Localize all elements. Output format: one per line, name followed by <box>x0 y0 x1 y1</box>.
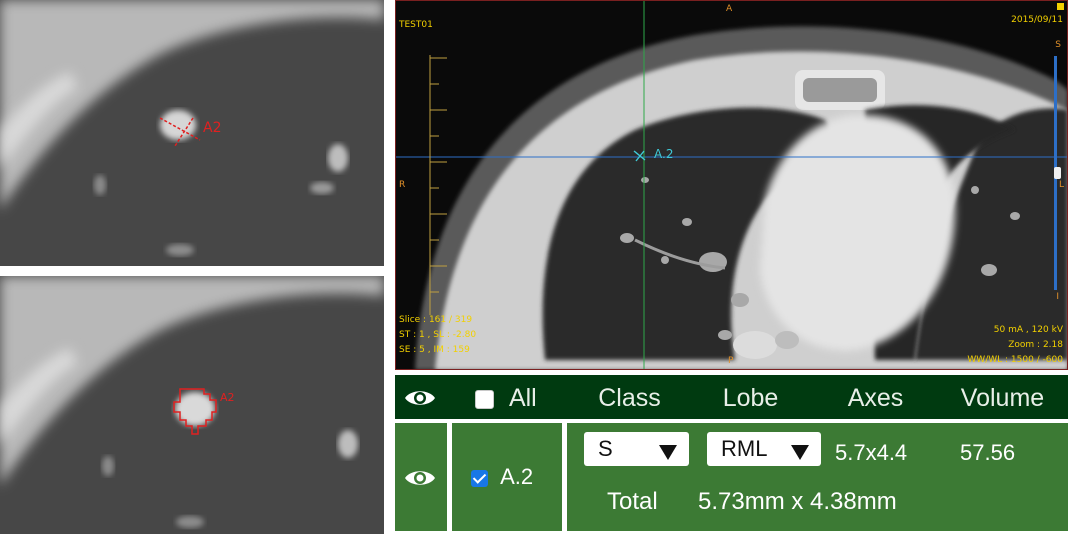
study-date: 2015/09/11 <box>1011 15 1063 25</box>
ct-slice-image <box>395 0 1068 370</box>
select-all-label: All <box>508 384 537 412</box>
axes-value: 5.7x4.4 <box>835 440 908 465</box>
column-axes[interactable]: Axes <box>828 375 923 419</box>
series-image-number: SE : 5 , IM : 159 <box>399 345 470 355</box>
zoom-level: Zoom : 2.18 <box>1008 340 1063 350</box>
slice-info: Slice : 161 / 319 <box>399 315 473 325</box>
class-dropdown-value: S <box>598 436 613 461</box>
dropdown-arrow-icon <box>659 445 677 460</box>
row-select[interactable]: A.2 <box>452 423 562 531</box>
nodule-thumbnail-cross[interactable]: A2 <box>0 0 384 266</box>
orientation-left: R <box>399 180 406 190</box>
ct-viewer[interactable]: A.2 TEST01 2015/09/11 A P R L S I Slice … <box>395 0 1068 370</box>
class-dropdown[interactable]: S <box>584 432 689 466</box>
thumbnail-image: A2 <box>0 276 384 534</box>
orientation-bottom: P <box>728 356 734 366</box>
checkbox-icon[interactable] <box>471 469 488 487</box>
thumbnail-nodule-label: A2 <box>203 120 221 136</box>
table-row[interactable]: A.2 S RML 5.7x4.4 57.56 Total 5.73mm x 4… <box>395 423 1068 534</box>
nodule-marker-icon[interactable] <box>631 148 651 164</box>
column-lobe[interactable]: Lobe <box>703 375 798 419</box>
layout-square-icon[interactable] <box>1057 3 1064 10</box>
lobe-dropdown-value: RML <box>721 436 768 461</box>
orientation-top: A <box>726 4 733 14</box>
nodule-table: All Class Lobe Axes Volume A.2 S RML 5.7… <box>395 375 1068 534</box>
window-level: WW/WL : 1500 / -600 <box>967 355 1063 365</box>
scroll-bottom-label: I <box>1056 292 1059 302</box>
lobe-dropdown[interactable]: RML <box>707 432 821 466</box>
column-class[interactable]: Class <box>582 375 677 419</box>
slice-thickness-location: ST : 1 , SL : -2.80 <box>399 330 477 340</box>
select-all[interactable]: All <box>475 375 545 419</box>
thumbnail-nodule-label: A2 <box>220 391 235 404</box>
scroll-top-label: S <box>1055 40 1061 50</box>
checkbox-icon[interactable] <box>475 389 494 409</box>
nodule-name: A.2 <box>500 464 534 489</box>
viewer-nodule-label: A.2 <box>654 147 674 161</box>
eye-icon <box>405 391 435 405</box>
dropdown-arrow-icon <box>791 445 809 460</box>
eye-icon <box>405 471 435 485</box>
total-dimensions: 5.73mm x 4.38mm <box>698 488 897 515</box>
total-label: Total <box>607 488 658 515</box>
thumbnail-image: A2 <box>0 0 384 266</box>
column-volume[interactable]: Volume <box>950 375 1055 419</box>
volume-value: 57.56 <box>960 440 1016 465</box>
patient-id: TEST01 <box>399 20 433 30</box>
orientation-right: L <box>1058 180 1064 190</box>
slice-scrollbar-thumb[interactable] <box>1054 167 1061 179</box>
row-visibility-toggle[interactable] <box>395 423 447 531</box>
nodule-thumbnail-segmentation[interactable]: A2 <box>0 276 384 534</box>
row-details: S RML 5.7x4.4 57.56 Total 5.73mm x 4.38m… <box>567 423 1068 531</box>
table-header: All Class Lobe Axes Volume <box>395 375 1068 419</box>
exposure-info: 50 mA , 120 kV <box>993 325 1063 335</box>
header-visibility-toggle[interactable] <box>395 375 445 419</box>
